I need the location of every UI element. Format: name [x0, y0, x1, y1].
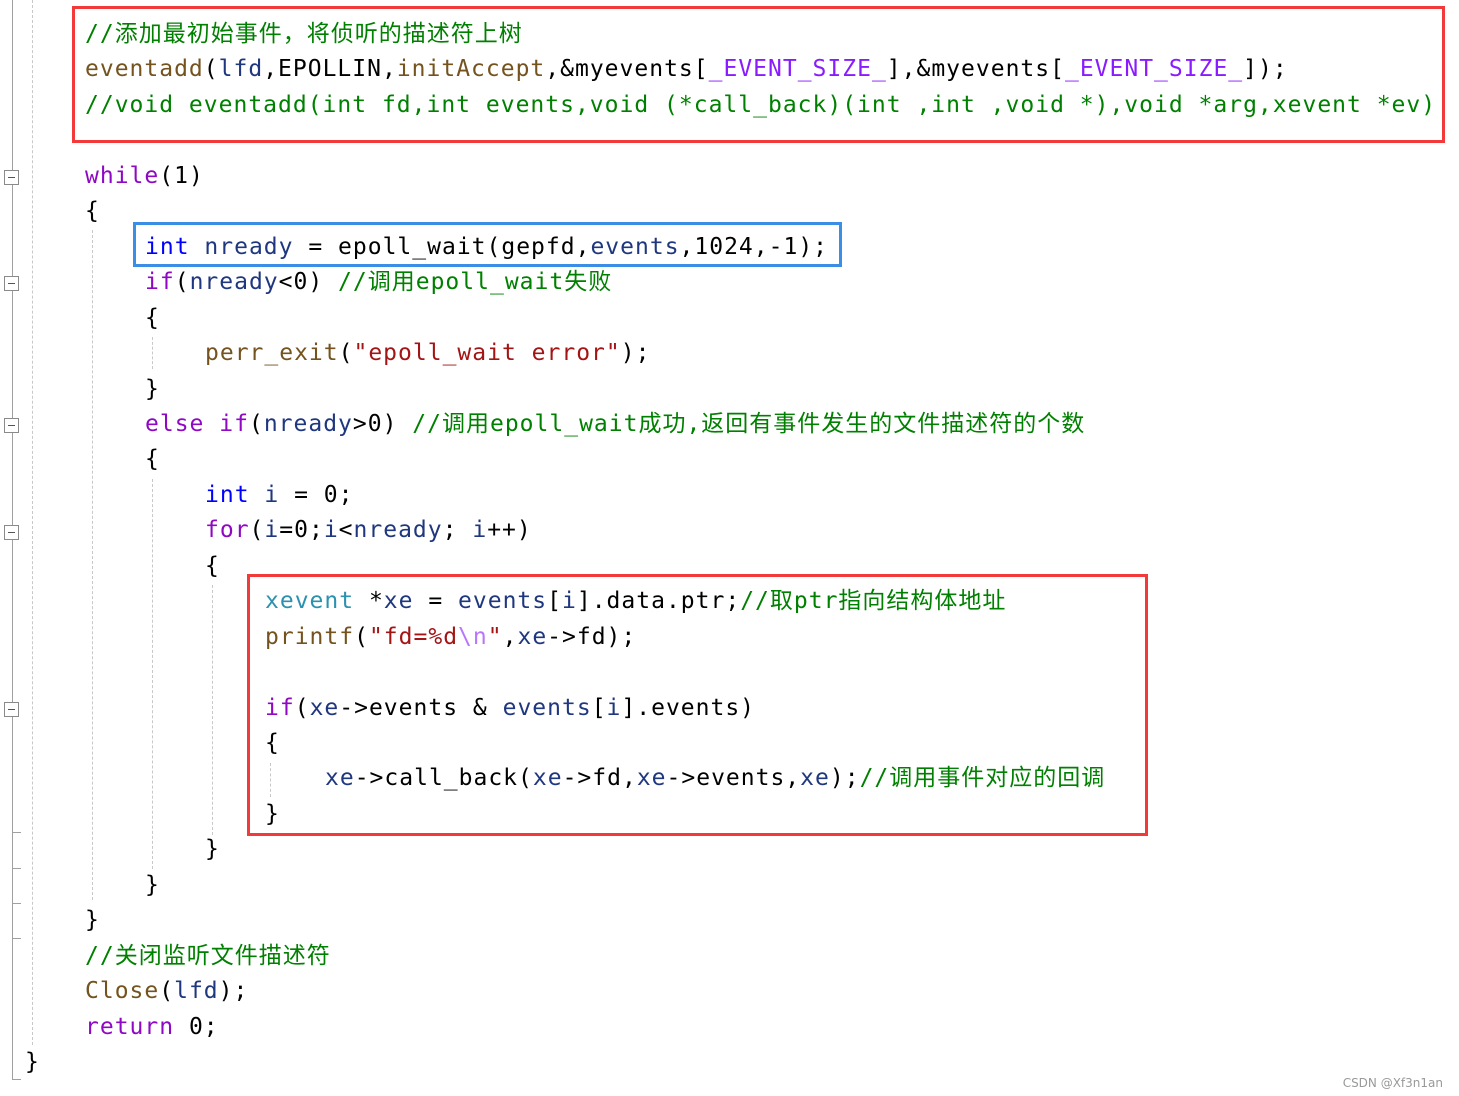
code-line: { — [145, 441, 160, 477]
collapse-for-icon[interactable] — [4, 525, 19, 540]
outline-line — [12, 0, 13, 1080]
code-token: { — [145, 446, 160, 473]
code-token: "epoll_wait error" — [353, 340, 621, 367]
code-token: } — [25, 1049, 40, 1076]
code-token: //关闭监听文件描述符 — [85, 942, 331, 969]
code-token: } — [145, 871, 160, 898]
code-token: <0) — [278, 269, 339, 296]
code-token: =0; — [279, 517, 324, 544]
code-token: >0) — [352, 410, 413, 437]
code-token: i — [323, 517, 339, 544]
code-line: } — [25, 1044, 40, 1080]
code-token: for — [205, 517, 250, 544]
code-token: ( — [249, 517, 265, 544]
code-token: ++) — [487, 517, 532, 544]
outline-end-tick — [12, 868, 21, 869]
code-line: //关闭监听文件描述符 — [85, 938, 331, 974]
code-token: = 0; — [279, 481, 354, 508]
code-token: perr_exit — [205, 340, 339, 367]
code-token: //调用epoll_wait成功,返回有事件发生的文件描述符的个数 — [412, 410, 1086, 437]
code-line: else if(nready>0) //调用epoll_wait成功,返回有事件… — [145, 406, 1085, 442]
code-line: { — [85, 193, 100, 229]
code-token: ( — [159, 978, 175, 1005]
code-token: nready — [189, 269, 279, 296]
code-token: if — [219, 410, 249, 437]
code-token: } — [145, 375, 160, 402]
collapse-if-icon[interactable] — [4, 276, 19, 291]
highlight-box-callback — [247, 574, 1148, 836]
code-token: if — [145, 269, 175, 296]
code-token: { — [205, 552, 220, 579]
highlight-box-eventadd — [72, 6, 1445, 143]
outline-end-tick — [12, 938, 21, 939]
highlight-box-epoll-wait — [133, 222, 842, 267]
code-token: return — [85, 1013, 175, 1040]
code-line: } — [145, 867, 160, 903]
code-line: return 0; — [85, 1009, 219, 1045]
code-token: ; — [442, 517, 473, 544]
code-token: 0; — [174, 1013, 219, 1040]
code-token: i — [264, 481, 280, 508]
code-token: ( — [174, 269, 190, 296]
code-token: { — [85, 198, 100, 225]
code-token: lfd — [174, 978, 219, 1005]
code-token: Close — [85, 978, 160, 1005]
code-line: while(1) — [85, 158, 204, 194]
code-token: ); — [218, 978, 249, 1005]
code-line: Close(lfd); — [85, 973, 248, 1009]
code-token: ); — [620, 340, 651, 367]
code-token: //调用epoll_wait失败 — [338, 269, 613, 296]
code-line: int i = 0; — [205, 477, 354, 513]
code-line: for(i=0;i<nready; i++) — [205, 512, 532, 548]
outline-end-tick — [12, 1079, 21, 1080]
code-token: < — [338, 517, 354, 544]
code-token: nready — [353, 517, 443, 544]
code-token: else — [145, 410, 205, 437]
code-line: } — [145, 371, 160, 407]
code-line: } — [85, 902, 100, 938]
outline-end-tick — [12, 903, 21, 904]
code-token: ( — [338, 340, 354, 367]
indent-guide — [32, 0, 33, 1045]
code-line: if(nready<0) //调用epoll_wait失败 — [145, 264, 612, 300]
code-token: } — [205, 836, 220, 863]
indent-guide — [212, 585, 213, 835]
code-line: } — [205, 831, 220, 867]
code-line: { — [145, 300, 160, 336]
code-line: { — [205, 548, 220, 584]
indent-guide — [152, 337, 153, 369]
code-token: (1) — [159, 162, 204, 189]
code-token: ( — [248, 410, 264, 437]
code-token: { — [145, 304, 160, 331]
code-token: i — [472, 517, 488, 544]
collapse-else-if-icon[interactable] — [4, 418, 19, 433]
collapse-inner-if-icon[interactable] — [4, 702, 19, 717]
collapse-while-icon[interactable] — [4, 170, 19, 185]
code-token: } — [85, 907, 100, 934]
indent-guide — [92, 230, 93, 900]
code-token: while — [85, 162, 160, 189]
code-line: perr_exit("epoll_wait error"); — [205, 335, 650, 371]
indent-guide — [152, 479, 153, 869]
outline-end-tick — [12, 832, 21, 833]
watermark: CSDN @Xf3n1an — [1342, 1076, 1443, 1090]
code-token: i — [264, 517, 280, 544]
code-token: int — [205, 481, 250, 508]
code-token: nready — [263, 410, 353, 437]
